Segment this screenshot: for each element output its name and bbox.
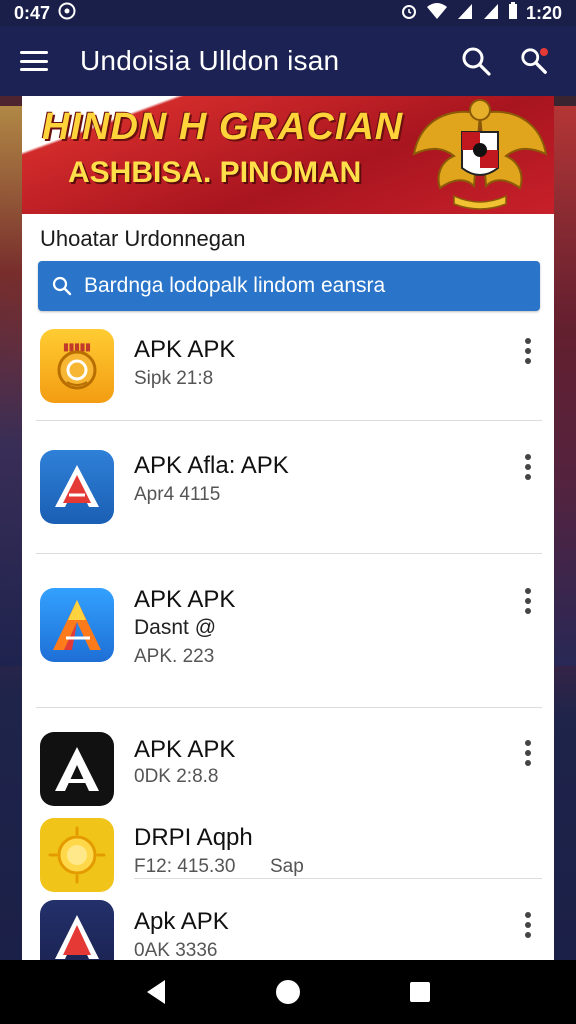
- more-options-button[interactable]: [520, 338, 536, 364]
- more-options-button[interactable]: [520, 740, 536, 766]
- black-a-icon: [40, 732, 114, 806]
- app-title: Undoisia Ulldon isan: [80, 45, 340, 76]
- app-name: APK APK: [134, 586, 236, 613]
- more-options-button[interactable]: [520, 454, 536, 480]
- divider: [36, 707, 542, 708]
- menu-icon[interactable]: [20, 51, 48, 71]
- banner-headline: HINDN H GRACIAN: [42, 106, 404, 148]
- list-item[interactable]: APK APK Dasnt @ APK. 223: [22, 574, 554, 704]
- background-left-decoration: [0, 106, 22, 666]
- search-text: Bardnga lodopalk lindom eansra: [84, 274, 386, 297]
- navy-a-icon: [40, 900, 114, 960]
- more-options-button[interactable]: [520, 912, 536, 938]
- signal-icon: [482, 2, 500, 25]
- status-time: 0:47: [14, 2, 51, 23]
- garuda-emblem-icon: [412, 99, 548, 210]
- app-name: APK APK: [134, 736, 236, 763]
- search-alert-button[interactable]: [512, 39, 556, 83]
- app-list-card: Uhoatar Urdonnegan Bardnga lodopalk lind…: [22, 214, 554, 960]
- sun-icon: [40, 818, 114, 892]
- status-clock: 1:20: [525, 2, 562, 23]
- list-item[interactable]: APK APK 0DK 2:8.8: [22, 726, 554, 816]
- app-name: Apk APK: [134, 908, 229, 935]
- back-icon: [147, 980, 165, 1004]
- app-meta: F12: 415.30: [134, 856, 236, 877]
- banner-subheadline: ASHBISA. PINOMAN: [68, 156, 362, 189]
- app-name: DRPI Aqph: [134, 824, 253, 851]
- list-item[interactable]: Apk APK 0AK 3336: [22, 894, 554, 960]
- notification-dot: [540, 48, 548, 56]
- app-meta: Apr4 4115: [134, 484, 221, 505]
- list-item[interactable]: APK Afla: APK Apr4 4115: [22, 440, 554, 550]
- divider: [134, 878, 542, 879]
- recents-button[interactable]: [400, 972, 440, 1012]
- alarm-icon: [400, 2, 418, 25]
- colorful-a-icon: [40, 588, 114, 662]
- divider: [36, 553, 542, 554]
- app-name: APK APK: [134, 336, 236, 363]
- more-options-button[interactable]: [520, 588, 536, 614]
- app-meta: Sipk 21:8: [134, 368, 214, 389]
- gold-badge-icon: ▮▮▮▮▮: [40, 329, 114, 403]
- app-meta: 0DK 2:8.8: [134, 766, 219, 787]
- app-developer: Dasnt @: [134, 616, 217, 639]
- recents-icon: [410, 982, 430, 1002]
- section-title: Uhoatar Urdonnegan: [40, 226, 246, 251]
- back-button[interactable]: [136, 972, 176, 1012]
- status-bar: 0:47 1:20: [0, 0, 576, 26]
- app-size: Sap: [270, 856, 304, 877]
- red-a-icon: [40, 450, 114, 524]
- list-item[interactable]: DRPI Aqph F12: 415.30 Sap: [22, 814, 554, 894]
- search-icon: [462, 47, 491, 76]
- wifi-icon: [426, 2, 448, 25]
- search-button[interactable]: [454, 39, 498, 83]
- background-right-decoration: [554, 106, 576, 666]
- promo-banner[interactable]: HINDN H GRACIAN ASHBISA. PINOMAN: [22, 96, 554, 214]
- battery-icon: [508, 1, 518, 25]
- settings-circle-icon: [58, 2, 76, 25]
- home-icon: [276, 980, 300, 1004]
- navigation-bar: [0, 960, 576, 1024]
- search-input[interactable]: Bardnga lodopalk lindom eansra: [38, 261, 540, 311]
- app-bar: Undoisia Ulldon isan: [0, 26, 576, 96]
- app-name: APK Afla: APK: [134, 452, 289, 479]
- app-meta: APK. 223: [134, 646, 215, 667]
- home-button[interactable]: [268, 972, 308, 1012]
- signal-icon: [456, 2, 474, 25]
- divider: [36, 420, 542, 421]
- list-item[interactable]: ▮▮▮▮▮ APK APK Sipk 21:8: [22, 324, 554, 424]
- app-meta: 0AK 3336: [134, 940, 218, 960]
- search-icon: [52, 276, 72, 296]
